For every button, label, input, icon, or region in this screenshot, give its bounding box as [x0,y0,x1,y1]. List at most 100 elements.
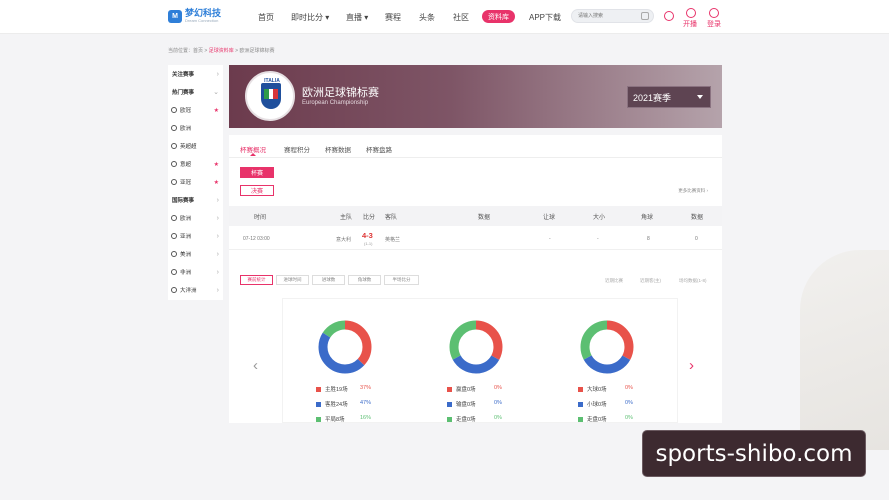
filter-halftime[interactable]: 半场比分 [384,275,419,285]
chevron-right-icon: › [216,214,219,222]
nav-app-download[interactable]: APP下载 [529,12,561,23]
table-row[interactable]: 07-12 03:00 意大利 4-3 (1-1) 英格兰 - - 8 0 [229,228,722,250]
season-select[interactable]: 2021赛季 [627,86,711,108]
login-icon[interactable] [709,8,719,18]
sidebar-item-asia[interactable]: 亚洲 › [168,227,223,245]
star-icon[interactable]: ★ [214,179,219,186]
sidebar-item-serie-a[interactable]: 意超 ★ [168,155,223,173]
chevron-right-icon: › [216,232,219,240]
carousel-next-arrow[interactable]: › [689,357,694,374]
sidebar-item-ucl[interactable]: 欧冠 ★ [168,101,223,119]
tab-schedule[interactable]: 赛程积分 [284,144,310,154]
tab-data[interactable]: 杯赛数据 [325,144,351,154]
home-team[interactable]: 意大利 [336,236,351,243]
match-score[interactable]: 4-3 [362,231,373,240]
globe-icon [171,269,177,275]
stat-link-recent[interactable]: 近期比赛 [605,278,623,284]
logo-text: 梦幻科技 [185,8,222,18]
over-under-value: - [597,236,599,242]
legend-pct: 0% [625,385,633,391]
sidebar-item-europe-cup[interactable]: 欧洲 [168,119,223,137]
sidebar-item-label: 大洋洲 [180,288,197,294]
carousel-prev-arrow[interactable]: ‹ [253,357,258,374]
search-icon[interactable] [641,12,649,20]
legend-label: 输盘0场 [456,402,476,408]
sidebar: 关注赛事 › 热门赛事 ⌄ 欧冠 ★ 欧洲 英超超 意超 ★ 亚冠 ★ 国际赛事 › 欧洲 ›… [168,65,223,300]
legend-swatch [316,416,321,422]
sidebar-item-follow[interactable]: 关注赛事 › [168,65,223,83]
nav-database[interactable]: 资料库 [482,10,515,23]
flag-icon [264,89,279,99]
user-icon[interactable] [664,11,674,21]
legend-item: 小球0场 [578,400,607,408]
legend-swatch [578,386,583,392]
star-icon[interactable]: ★ [214,107,219,114]
breadcrumb-prefix: 当前位置： [168,48,194,54]
sidebar-item-afc[interactable]: 亚冠 ★ [168,173,223,191]
legend-item: 主胜19场 [316,385,348,393]
sidebar-item-label: 英超超 [180,144,197,150]
caret-down-icon [697,95,703,99]
sidebar-item-label: 国际赛事 [172,198,195,204]
sidebar-item-africa[interactable]: 非洲 › [168,263,223,281]
active-tab-indicator [250,153,256,156]
sidebar-item-america[interactable]: 美洲 › [168,245,223,263]
sidebar-item-label: 欧洲 [180,216,192,222]
sidebar-item-label: 欧冠 [180,108,192,114]
data-value: 0 [695,236,698,242]
legend-pct: 37% [360,385,372,391]
sidebar-item-intl[interactable]: 国际赛事 › [168,191,223,209]
league-title: 欧洲足球锦标赛 [302,87,379,99]
legend-label: 小球0场 [587,402,607,408]
breadcrumb-home[interactable]: 首页 [193,48,203,54]
sidebar-item-europe[interactable]: 欧洲 › [168,209,223,227]
final-button[interactable]: 决赛 [240,185,274,196]
sidebar-item-label: 亚洲 [180,234,192,240]
stat-link-average[interactable]: 场均数据(1-8) [679,278,707,284]
watermark: sports-shibo.com [642,430,866,477]
filter-corners[interactable]: 角球数 [348,275,381,285]
nav-headlines[interactable]: 头条 [419,12,435,23]
login-label[interactable]: 登录 [707,19,721,29]
broadcast-icon[interactable] [686,8,696,18]
donut-chart-handicap [449,320,503,374]
filter-goal-time[interactable]: 进球时间 [276,275,309,285]
breadcrumb-lib[interactable]: 足球资料库 [209,48,234,54]
legend-pct: 0% [625,415,633,421]
logo-icon: M [168,9,182,23]
top-nav: M 梦幻科技 Dream Connection 首页 即时比分 ▾ 直播 ▾ 赛… [0,0,889,34]
league-icon [171,125,177,131]
sidebar-item-hot[interactable]: 热门赛事 ⌄ [168,83,223,101]
nav-home[interactable]: 首页 [258,12,274,23]
nav-community[interactable]: 社区 [453,12,469,23]
sidebar-item-oceania[interactable]: 大洋洲 › [168,281,223,299]
nav-live-stream[interactable]: 直播 ▾ [346,12,368,23]
stat-link-home-away[interactable]: 近期客(主) [640,278,661,284]
filter-pre-match[interactable]: 赛前统计 [240,275,273,285]
chevron-right-icon: › [216,250,219,258]
nav-live-score[interactable]: 即时比分 ▾ [291,12,329,23]
match-time: 07-12 03:00 [243,236,270,242]
table-header-cell: 时间 [254,215,267,221]
chevron-right-icon: › [216,196,219,204]
live-label[interactable]: 开播 [683,19,697,29]
half-score: (1-1) [364,241,373,246]
more-data-link[interactable]: 更多比赛资料 › [678,188,708,194]
search-input[interactable] [572,10,636,22]
sidebar-item-label: 美洲 [180,252,192,258]
table-header-cell: 数据 [478,215,491,221]
main-panel: 杯赛概况 赛程积分 杯赛数据 杯赛盘路 杯赛 决赛 更多比赛资料 › 时间 主队… [229,135,722,423]
sidebar-item-label: 亚冠 [180,180,192,186]
star-icon[interactable]: ★ [214,161,219,168]
globe-icon [171,287,177,293]
tab-handicap[interactable]: 杯赛盘路 [366,144,392,154]
away-team[interactable]: 英格兰 [385,236,400,243]
filter-goals[interactable]: 进球数 [312,275,345,285]
legend-item: 大球0场 [578,385,607,393]
sidebar-item-epl[interactable]: 英超超 [168,137,223,155]
globe-icon [171,215,177,221]
cup-stage-button[interactable]: 杯赛 [240,167,274,178]
site-logo[interactable]: M 梦幻科技 Dream Connection [168,9,221,23]
table-header: 时间 主队 比分 客队 数据 让球 大小 角球 数据 [229,206,722,226]
nav-schedule[interactable]: 赛程 [385,12,401,23]
